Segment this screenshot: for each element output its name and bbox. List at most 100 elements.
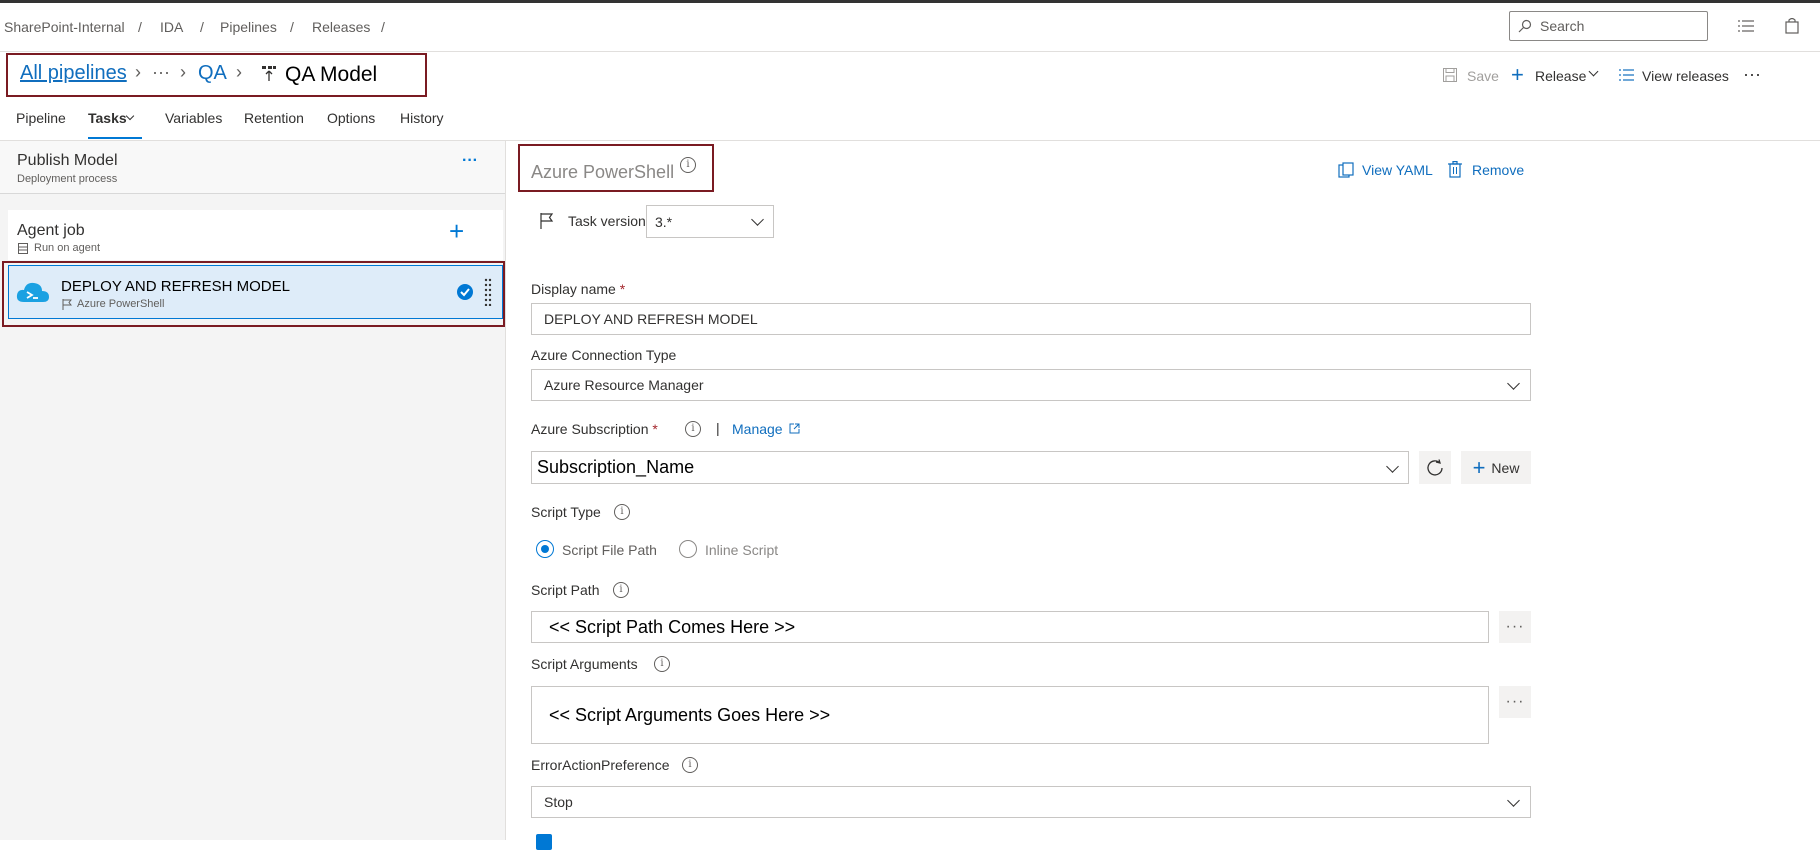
tab-retention[interactable]: Retention <box>244 110 304 126</box>
chevron-down-icon <box>1386 460 1399 473</box>
breadcrumb-releases[interactable]: Releases <box>312 19 370 35</box>
breadcrumb-separator: / <box>290 19 294 35</box>
script-path-input[interactable]: << Script Path Comes Here >> <box>531 611 1489 643</box>
display-name-value: DEPLOY AND REFRESH MODEL <box>544 311 758 327</box>
new-connection-button[interactable]: + New <box>1461 451 1531 484</box>
folder-link[interactable]: QA <box>198 62 227 85</box>
manage-link[interactable]: Manage <box>732 421 783 437</box>
stage-name: Publish Model <box>17 152 118 169</box>
breadcrumb-project[interactable]: SharePoint-Internal <box>4 19 125 35</box>
connection-type-label: Azure Connection Type <box>531 347 677 363</box>
add-task-icon[interactable]: + <box>449 216 464 247</box>
breadcrumb-separator: / <box>138 19 142 35</box>
stage-subtitle: Deployment process <box>17 173 118 185</box>
tab-history[interactable]: History <box>400 110 444 126</box>
search-placeholder: Search <box>1540 18 1585 34</box>
separator-pipe: | <box>716 420 720 436</box>
task-version-value: 3.* <box>655 213 673 230</box>
refresh-button[interactable] <box>1419 451 1451 484</box>
info-icon[interactable]: i <box>654 656 670 672</box>
save-icon <box>1443 68 1457 82</box>
chevron-right-icon: › <box>135 62 141 82</box>
list-icon[interactable] <box>1734 14 1758 38</box>
tab-options[interactable]: Options <box>327 110 375 126</box>
plus-icon: + <box>1511 62 1524 87</box>
new-connection-label: New <box>1491 459 1520 476</box>
connection-type-select[interactable]: Azure Resource Manager <box>531 369 1531 401</box>
script-path-label: Script Path <box>531 582 600 598</box>
highlight-box-task <box>2 261 505 327</box>
stage-divider <box>0 193 505 194</box>
task-version-label: Task version <box>568 213 646 229</box>
breadcrumb-more[interactable]: ··· <box>152 62 170 83</box>
script-args-label: Script Arguments <box>531 656 638 672</box>
chevron-right-icon: › <box>180 62 186 82</box>
script-path-browse-button[interactable]: ··· <box>1499 611 1531 643</box>
list-view-icon <box>1619 69 1634 81</box>
remove-button[interactable]: Remove <box>1472 162 1524 178</box>
search-icon <box>1518 19 1532 33</box>
stage-more-button[interactable]: ··· <box>462 152 478 170</box>
breadcrumb-separator: / <box>381 19 385 35</box>
required-marker: * <box>652 421 658 437</box>
tab-active-indicator <box>88 137 142 139</box>
chevron-down-icon <box>1507 794 1520 807</box>
save-button[interactable]: Save <box>1467 68 1499 84</box>
script-args-input[interactable]: << Script Arguments Goes Here >> <box>531 686 1489 744</box>
radio-inline-script[interactable] <box>679 540 697 558</box>
shopping-bag-icon[interactable] <box>1780 14 1804 38</box>
flag-icon <box>540 213 554 229</box>
error-pref-label: ErrorActionPreference <box>531 757 670 773</box>
agent-job-subtitle: Run on agent <box>34 242 101 254</box>
clipboard-icon <box>1338 162 1354 178</box>
info-icon[interactable]: i <box>682 757 698 773</box>
all-pipelines-link[interactable]: All pipelines <box>20 62 127 85</box>
search-input[interactable]: Search <box>1509 11 1708 41</box>
external-link-icon <box>789 423 800 434</box>
error-pref-select[interactable]: Stop <box>531 786 1531 818</box>
tab-pipeline[interactable]: Pipeline <box>16 110 66 126</box>
chevron-down-icon[interactable] <box>125 111 135 121</box>
agent-job-name: Agent job <box>17 222 85 239</box>
script-args-expand-button[interactable]: ··· <box>1499 686 1531 718</box>
agent-job-card[interactable]: Agent job Run on agent + <box>8 210 503 260</box>
task-version-select[interactable]: 3.* <box>646 205 774 238</box>
radio-script-file-path[interactable] <box>536 540 554 558</box>
tab-variables[interactable]: Variables <box>165 110 222 126</box>
chevron-down-icon <box>751 213 764 226</box>
breadcrumb-separator: / <box>200 19 204 35</box>
info-icon[interactable]: i <box>613 582 629 598</box>
plus-icon: + <box>1472 454 1486 480</box>
script-args-value: << Script Arguments Goes Here >> <box>549 704 831 725</box>
error-pref-value: Stop <box>544 794 573 810</box>
info-icon[interactable]: i <box>685 421 701 437</box>
refresh-icon <box>1427 458 1443 476</box>
window-top-border <box>0 0 1820 3</box>
info-icon[interactable]: i <box>680 157 696 173</box>
header-divider <box>0 51 1820 52</box>
tab-tasks[interactable]: Tasks <box>88 110 127 126</box>
subscription-select[interactable]: Subscription_Name <box>531 451 1409 484</box>
radio-inline-script-label[interactable]: Inline Script <box>705 542 778 558</box>
info-icon[interactable]: i <box>614 504 630 520</box>
checkbox[interactable] <box>536 834 552 850</box>
trash-icon <box>1448 161 1462 178</box>
breadcrumb-pipelines[interactable]: Pipelines <box>220 19 277 35</box>
more-actions-button[interactable]: ··· <box>1743 64 1761 85</box>
chevron-right-icon: › <box>236 62 242 82</box>
radio-script-file-path-label[interactable]: Script File Path <box>562 542 657 558</box>
view-yaml-button[interactable]: View YAML <box>1362 162 1433 178</box>
display-name-label: Display name * <box>531 281 626 297</box>
view-releases-button[interactable]: View releases <box>1642 68 1729 84</box>
release-button[interactable]: Release <box>1535 68 1586 84</box>
subscription-label: Azure Subscription * <box>531 421 658 437</box>
release-pipeline-icon <box>262 66 276 81</box>
stage-header[interactable]: Publish Model Deployment process ··· <box>0 141 505 193</box>
display-name-input[interactable]: DEPLOY AND REFRESH MODEL <box>531 303 1531 335</box>
required-marker: * <box>619 281 626 297</box>
subscription-value: Subscription_Name <box>537 457 695 477</box>
server-icon <box>18 243 28 254</box>
breadcrumb-repo[interactable]: IDA <box>160 19 183 35</box>
pipeline-title: QA Model <box>285 63 378 86</box>
chevron-down-icon[interactable] <box>1588 66 1599 77</box>
